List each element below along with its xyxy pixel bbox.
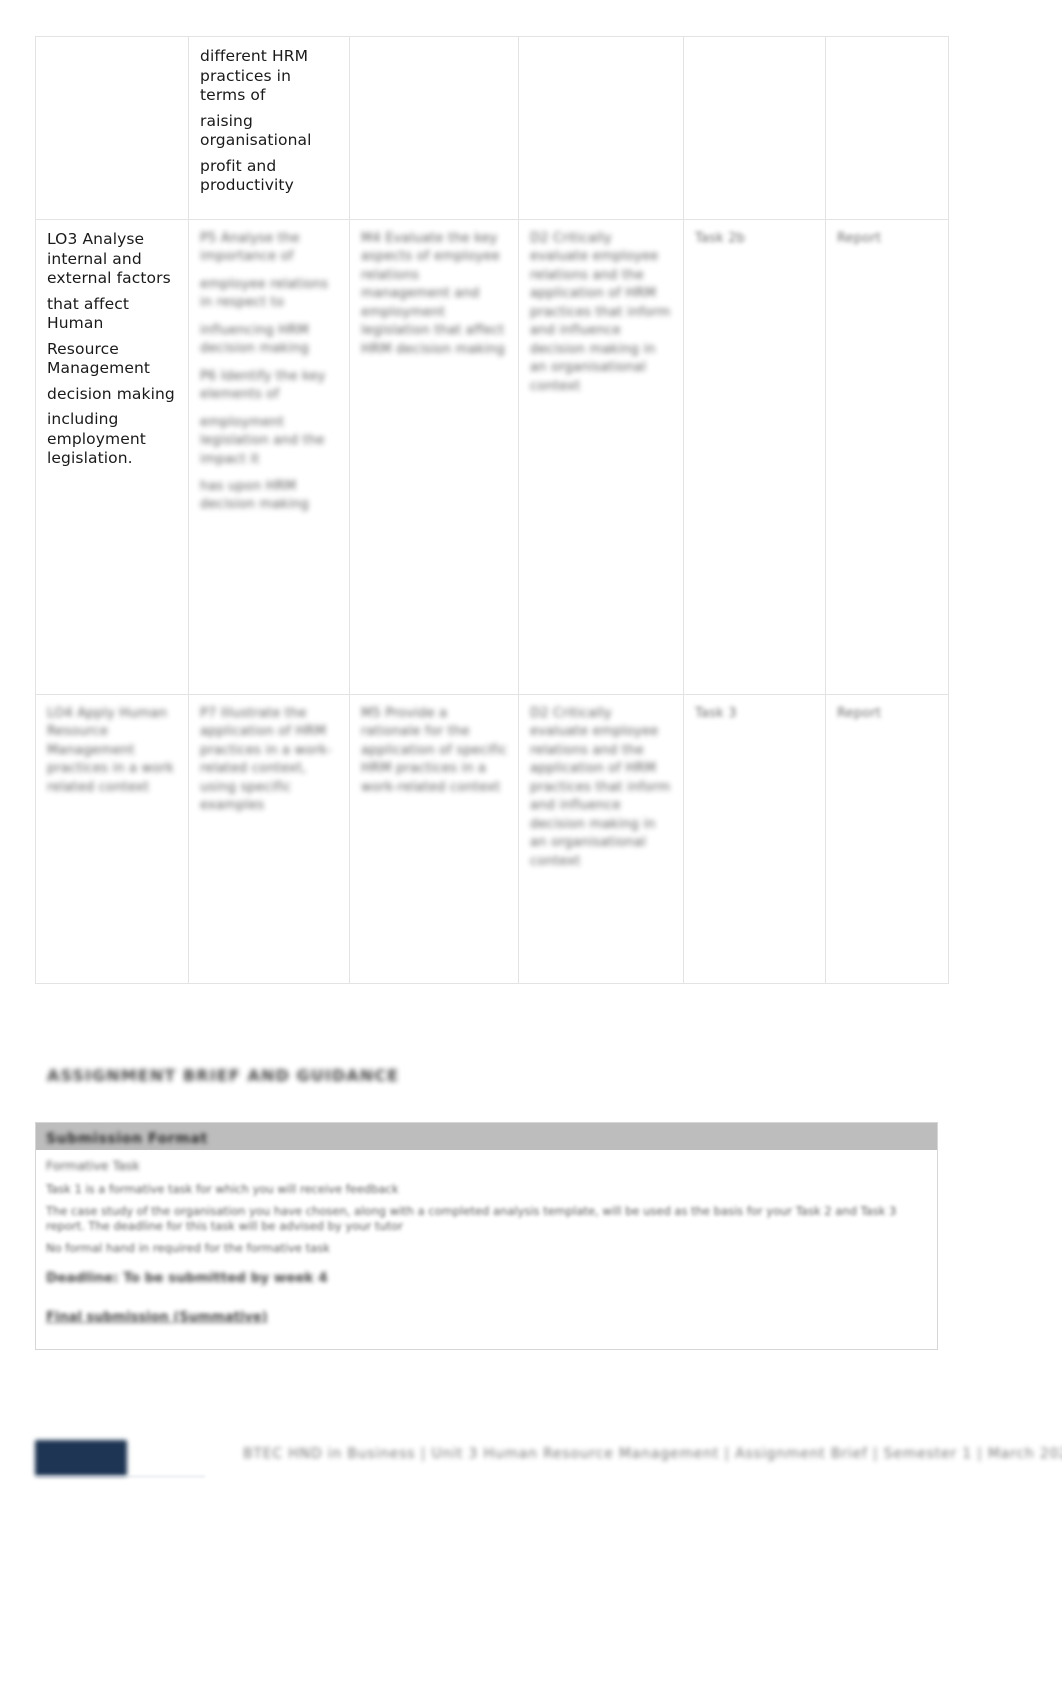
footer-text: BTEC HND in Business | Unit 3 Human Reso… bbox=[243, 1446, 1062, 1462]
assessment-criteria-table: different HRM practices in terms of rais… bbox=[35, 36, 949, 984]
cell-merit-criteria bbox=[349, 36, 519, 220]
cell-learning-outcome bbox=[35, 36, 189, 220]
redacted-line: influencing HRM decision making bbox=[200, 322, 309, 357]
lo-line: Resource Management bbox=[47, 339, 151, 378]
cell-task-reference bbox=[683, 36, 826, 220]
cell-evidence-type: Report bbox=[825, 694, 949, 984]
pass-criteria-text: different HRM practices in terms of rais… bbox=[200, 47, 340, 196]
merit-criteria-redacted: M5 Provide a rationale for the applicati… bbox=[361, 705, 509, 797]
table-row: LO4 Apply Human Resource Management prac… bbox=[35, 694, 949, 984]
redacted-line: P5 Analyse the importance of bbox=[200, 231, 300, 265]
lo-line: that affect Human bbox=[47, 294, 130, 333]
cell-distinction-criteria bbox=[518, 36, 684, 220]
table-row: LO3 Analyse internal and external factor… bbox=[35, 219, 949, 695]
submission-format-body: Formative Task Task 1 is a formative tas… bbox=[36, 1150, 937, 1350]
learning-outcome-text: LO3 Analyse internal and external factor… bbox=[47, 230, 179, 469]
pass-line: different HRM practices in terms of bbox=[200, 47, 309, 105]
page-footer: BTEC HND in Business | Unit 3 Human Reso… bbox=[35, 1428, 1062, 1486]
document-page: different HRM practices in terms of rais… bbox=[0, 0, 1062, 1686]
task-reference-redacted: Task 2b bbox=[695, 231, 746, 246]
submission-format-label: Submission Format bbox=[46, 1131, 208, 1147]
redacted-line: M4 Evaluate the key aspects of employee … bbox=[361, 231, 505, 357]
submission-line: The case study of the organisation you h… bbox=[46, 1203, 897, 1233]
table-row: different HRM practices in terms of rais… bbox=[35, 36, 949, 220]
redacted-line: P7 Illustrate the application of HRM pra… bbox=[200, 706, 332, 814]
distinction-criteria-redacted: D2 Critically evaluate employee relation… bbox=[530, 230, 674, 396]
merit-criteria-redacted: M4 Evaluate the key aspects of employee … bbox=[361, 230, 509, 359]
cell-evidence-type bbox=[825, 36, 949, 220]
submission-deadline: Deadline: To be submitted by week 4 bbox=[46, 1269, 328, 1286]
redacted-line: P6 Identify the key elements of bbox=[200, 368, 326, 403]
pass-line: raising organisational bbox=[200, 111, 312, 150]
institution-logo-icon bbox=[35, 1440, 127, 1476]
learning-outcome-redacted: LO4 Apply Human Resource Management prac… bbox=[47, 705, 179, 797]
cell-pass-criteria: different HRM practices in terms of rais… bbox=[188, 36, 350, 220]
cell-evidence-type: Report bbox=[825, 219, 949, 695]
submission-final-heading: Final submission (Summative) bbox=[46, 1309, 268, 1325]
redacted-line: D2 Critically evaluate employee relation… bbox=[530, 706, 671, 869]
redacted-line: has upon HRM decision making bbox=[200, 478, 309, 513]
submission-line: Task 1 is a formative task for which you… bbox=[46, 1181, 399, 1196]
submission-line: Formative Task bbox=[46, 1158, 140, 1173]
cell-learning-outcome: LO3 Analyse internal and external factor… bbox=[35, 219, 189, 695]
distinction-criteria-redacted: D2 Critically evaluate employee relation… bbox=[530, 705, 674, 871]
footer-divider bbox=[35, 1476, 205, 1477]
redacted-line: employee relations in respect to bbox=[200, 276, 329, 311]
pass-criteria-redacted: P7 Illustrate the application of HRM pra… bbox=[200, 705, 340, 816]
redacted-line: M5 Provide a rationale for the applicati… bbox=[361, 706, 508, 795]
task-reference-redacted: Task 3 bbox=[695, 706, 737, 721]
redacted-line: LO4 Apply Human Resource Management prac… bbox=[47, 706, 174, 795]
cell-learning-outcome: LO4 Apply Human Resource Management prac… bbox=[35, 694, 189, 984]
cell-task-reference: Task 3 bbox=[683, 694, 826, 984]
section-heading: ASSIGNMENT BRIEF AND GUIDANCE bbox=[47, 1066, 400, 1085]
submission-line: No formal hand in required for the forma… bbox=[46, 1240, 330, 1255]
cell-distinction-criteria: D2 Critically evaluate employee relation… bbox=[518, 694, 684, 984]
cell-merit-criteria: M5 Provide a rationale for the applicati… bbox=[349, 694, 519, 984]
evidence-type-redacted: Report bbox=[837, 706, 882, 721]
submission-format-box: Submission Format Formative Task Task 1 … bbox=[35, 1122, 938, 1351]
lo-line: including employment legislation. bbox=[47, 410, 146, 468]
cell-pass-criteria: P7 Illustrate the application of HRM pra… bbox=[188, 694, 350, 984]
cell-pass-criteria: P5 Analyse the importance of employee re… bbox=[188, 219, 350, 695]
cell-merit-criteria: M4 Evaluate the key aspects of employee … bbox=[349, 219, 519, 695]
redacted-line: D2 Critically evaluate employee relation… bbox=[530, 231, 671, 394]
submission-format-bar: Submission Format bbox=[36, 1123, 937, 1150]
lo-line: decision making bbox=[47, 384, 175, 403]
cell-task-reference: Task 2b bbox=[683, 219, 826, 695]
redacted-line: employment legislation and the impact it bbox=[200, 414, 325, 467]
evidence-type-redacted: Report bbox=[837, 231, 882, 246]
cell-distinction-criteria: D2 Critically evaluate employee relation… bbox=[518, 219, 684, 695]
pass-line: profit and productivity bbox=[200, 156, 294, 195]
lo-line: LO3 Analyse internal and external factor… bbox=[47, 230, 171, 288]
pass-criteria-redacted: P5 Analyse the importance of employee re… bbox=[200, 230, 340, 515]
